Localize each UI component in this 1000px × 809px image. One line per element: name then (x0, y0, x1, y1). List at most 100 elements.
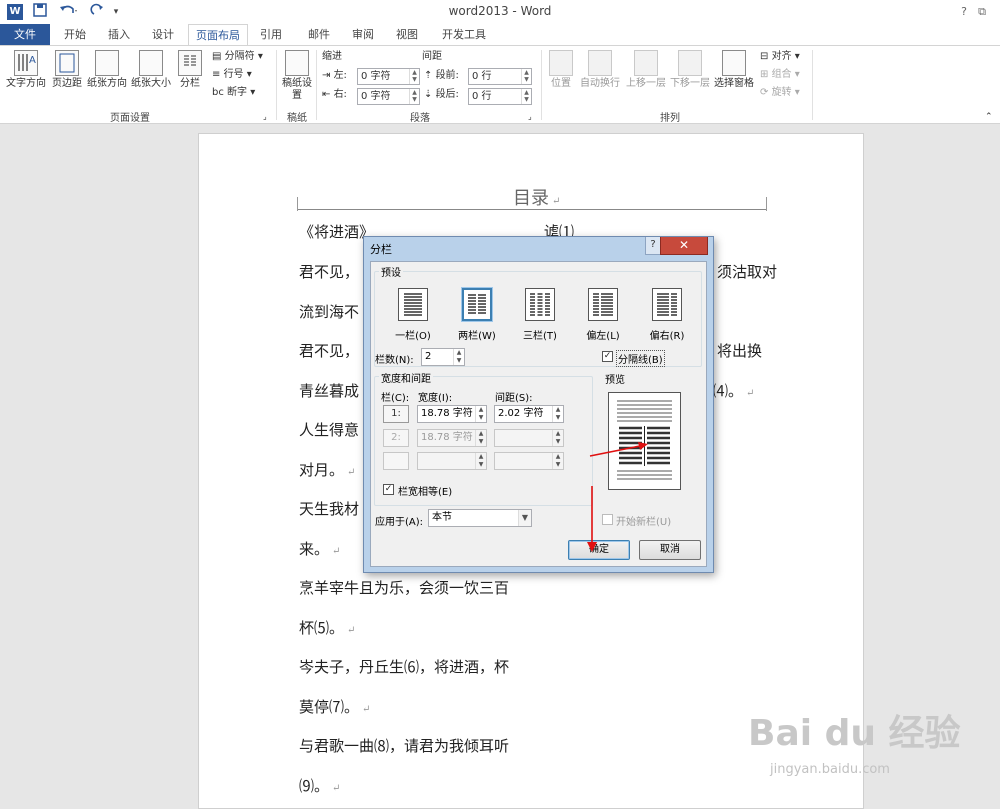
spacing-before-input[interactable]: 0 行 ▲ ▼ (468, 68, 532, 85)
preset-label: 偏左(L) (586, 331, 620, 342)
preset-left[interactable] (588, 288, 618, 321)
spin-arrows-icon: ▲ ▼ (552, 453, 563, 469)
preset-right[interactable] (652, 288, 682, 321)
orientation-icon (95, 50, 119, 76)
col-3-spacing-input[interactable]: ▲ ▼ (494, 452, 564, 470)
presets-legend: 预设 (379, 264, 403, 279)
width-header: 宽度(I): (418, 393, 453, 404)
align-button[interactable]: ⊟ 对齐 ▾ (760, 50, 800, 64)
start-new-column-label: 开始新栏(U) (616, 517, 672, 528)
ok-button[interactable]: 确定 (568, 540, 630, 560)
start-new-column-checkbox[interactable] (602, 514, 613, 525)
tab-page-layout[interactable]: 页面布局 (188, 24, 248, 46)
text-direction-button[interactable]: A 文字方向 (4, 50, 48, 90)
col-2-width-input[interactable]: 18.78 字符 ▲ ▼ (417, 429, 487, 447)
send-backward-icon (678, 50, 702, 76)
preset-label: 一栏(O) (395, 331, 431, 342)
col-3-width-input[interactable]: ▲ ▼ (417, 452, 487, 470)
rotate-button[interactable]: ⟳ 旋转 ▾ (760, 86, 800, 100)
tab-mailings[interactable]: 邮件 (302, 24, 336, 45)
tab-references[interactable]: 引用 (254, 24, 288, 45)
tab-design[interactable]: 设计 (146, 24, 180, 45)
columns-button[interactable]: 分栏 (176, 50, 204, 90)
hyphenation-button[interactable]: bc 断字 ▾ (212, 86, 255, 100)
orientation-button[interactable]: 纸张方向 (86, 50, 128, 90)
annotation-arrow-icon (588, 440, 650, 460)
dialog-help-button[interactable]: ? (645, 237, 661, 255)
doc-line: 杯⑸。 ↵ (299, 619, 356, 637)
indent-left-label: ⇥ 左: (322, 70, 347, 81)
margin-corner (766, 197, 767, 211)
preset-one-column[interactable] (398, 288, 428, 321)
col-number: 2: (383, 429, 409, 447)
preset-three-columns[interactable] (525, 288, 555, 321)
margins-button[interactable]: 页边距 (50, 50, 84, 90)
width-spacing-legend: 宽度和间距 (379, 370, 433, 385)
separator (316, 50, 317, 120)
separator (812, 50, 813, 120)
annotation-arrow-icon (586, 484, 598, 554)
preset-label: 三栏(T) (523, 331, 557, 342)
spin-arrows-icon[interactable]: ▲ ▼ (409, 69, 419, 84)
col-1-width-input[interactable]: 18.78 字符 ▲ ▼ (417, 405, 487, 423)
dialog-launcher-icon[interactable]: ⌟ (263, 110, 267, 124)
preset-two-columns[interactable] (461, 287, 493, 322)
restore-icon[interactable]: ⧉ (972, 3, 992, 21)
apply-to-select[interactable]: 本节 ▼ (428, 509, 532, 527)
ribbon: A 文字方向 页边距 纸张方向 纸张大小 分栏 ▤ 分隔符 ▾ ≡ 行号 ▾ b… (0, 45, 1000, 124)
chevron-down-icon[interactable]: ▼ (518, 510, 531, 526)
header-divider (297, 209, 767, 210)
manuscript-settings-button[interactable]: 稿纸设置 (282, 50, 312, 102)
spin-arrows-icon[interactable]: ▲ ▼ (475, 406, 486, 422)
spin-arrows-icon[interactable]: ▲ ▼ (521, 69, 531, 84)
col-1-spacing-input[interactable]: 2.02 字符 ▲ ▼ (494, 405, 564, 423)
apply-to-label: 应用于(A): (375, 517, 424, 528)
paper-size-icon (139, 50, 163, 76)
columns-dialog: 分栏 ? ✕ 预设 一栏(O) 两栏(W) 三栏(T) 偏左(L) 偏右(R) … (363, 236, 714, 573)
tab-insert[interactable]: 插入 (102, 24, 136, 45)
svg-text:A: A (29, 55, 36, 66)
size-button[interactable]: 纸张大小 (130, 50, 172, 90)
tab-review[interactable]: 审阅 (346, 24, 380, 45)
doc-line: 对月。 ↵ (299, 461, 356, 479)
position-button[interactable]: 位置 (546, 50, 576, 90)
doc-line: 岑夫子，丹丘生⑹，将进酒，杯 (299, 658, 510, 676)
tab-home[interactable]: 开始 (58, 24, 92, 45)
col-2-spacing-input[interactable]: ▲ ▼ (494, 429, 564, 447)
cancel-button[interactable]: 取消 (639, 540, 701, 560)
title-bar: W ▾ word2013 - Word ? ⧉ (0, 0, 1000, 24)
help-button[interactable]: ? (954, 3, 974, 21)
indent-left-input[interactable]: 0 字符 ▲ ▼ (357, 68, 420, 85)
separator (541, 50, 542, 120)
num-columns-input[interactable]: 2 ▲ ▼ (421, 348, 465, 366)
header-title: 目录 ↵ (513, 188, 561, 209)
spin-arrows-icon[interactable]: ▲ ▼ (409, 89, 419, 104)
col-number: 1: (383, 405, 409, 423)
bring-forward-icon (634, 50, 658, 76)
selection-pane-button[interactable]: 选择窗格 (713, 50, 755, 90)
equal-width-label: 栏宽相等(E) (398, 487, 453, 498)
group-button[interactable]: ⊞ 组合 ▾ (760, 68, 800, 82)
selection-pane-icon (722, 50, 746, 76)
dialog-launcher-icon[interactable]: ⌟ (528, 110, 532, 124)
indent-right-input[interactable]: 0 字符 ▲ ▼ (357, 88, 420, 105)
spin-arrows-icon[interactable]: ▲ ▼ (453, 349, 464, 365)
line-between-checkbox[interactable]: ✓ (602, 351, 613, 362)
ribbon-tabs: 文件 开始 插入 设计 页面布局 引用 邮件 审阅 视图 开发工具 (0, 24, 1000, 46)
send-backward-button[interactable]: 下移一层 (668, 50, 712, 90)
spacing-after-input[interactable]: 0 行 ▲ ▼ (468, 88, 532, 105)
collapse-ribbon-icon[interactable]: ⌃ (985, 110, 993, 124)
arrange-group-label: 排列 (660, 113, 680, 124)
tab-file[interactable]: 文件 (0, 24, 50, 45)
line-numbers-button[interactable]: ≡ 行号 ▾ (212, 68, 252, 82)
wrap-text-icon (588, 50, 612, 76)
dialog-close-button[interactable]: ✕ (660, 237, 708, 255)
spin-arrows-icon[interactable]: ▲ ▼ (521, 89, 531, 104)
wrap-text-button[interactable]: 自动换行 (578, 50, 622, 90)
breaks-button[interactable]: ▤ 分隔符 ▾ (212, 50, 263, 64)
equal-width-checkbox[interactable]: ✓ (383, 484, 394, 495)
bring-forward-button[interactable]: 上移一层 (624, 50, 668, 90)
tab-view[interactable]: 视图 (390, 24, 424, 45)
tab-developer[interactable]: 开发工具 (436, 24, 492, 45)
spin-arrows-icon[interactable]: ▲ ▼ (552, 406, 563, 422)
